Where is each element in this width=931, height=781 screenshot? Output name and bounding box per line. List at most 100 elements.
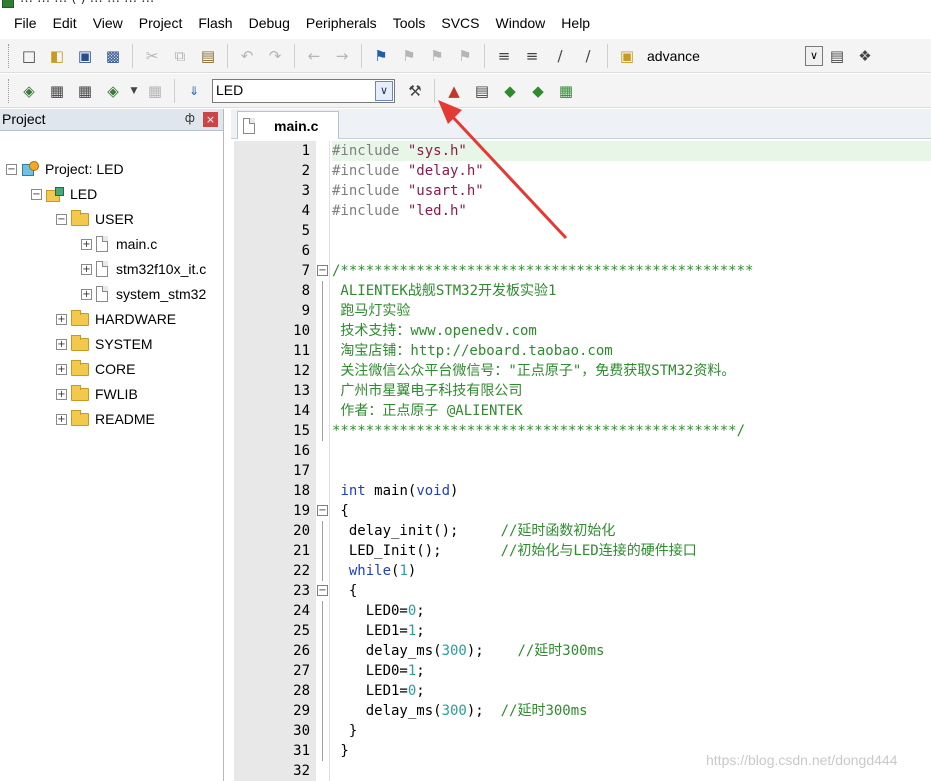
code-line[interactable]: 21 LED_Init(); //初始化与LED连接的硬件接口 xyxy=(234,541,931,561)
code-editor[interactable]: 1 #include "sys.h" 2 #include "delay.h" 3 #in… xyxy=(234,141,931,781)
code-line[interactable]: 19− { xyxy=(234,501,931,521)
redo-icon[interactable]: ↷ xyxy=(264,45,286,67)
batch-dropdown-icon[interactable]: ▼ xyxy=(130,80,138,102)
stop-build-icon[interactable]: ▦ xyxy=(144,80,166,102)
code-line[interactable]: 29 delay_ms(300); //延时300ms xyxy=(234,701,931,721)
bookmark-prev-icon[interactable]: ⚑ xyxy=(398,45,420,67)
menu-edit[interactable]: Edit xyxy=(45,10,85,36)
code-line[interactable]: 6 xyxy=(234,241,931,261)
toolbar-grip[interactable] xyxy=(8,43,11,68)
find-combo-value[interactable]: advance xyxy=(647,48,797,64)
code-line[interactable]: 28 LED1=0; xyxy=(234,681,931,701)
comment-icon[interactable]: ∕ xyxy=(549,45,571,67)
code-line[interactable]: 17 xyxy=(234,461,931,481)
fold-toggle-icon[interactable]: − xyxy=(317,585,328,596)
manage-rte-icon[interactable]: ▦ xyxy=(555,80,577,102)
expand-toggle[interactable]: + xyxy=(56,313,67,325)
file-extensions-icon[interactable]: ▲ xyxy=(443,80,465,102)
save-all-icon[interactable]: ▩ xyxy=(102,45,124,67)
tree-node-group-core[interactable]: + CORE xyxy=(56,358,135,380)
menu-svcs[interactable]: SVCS xyxy=(433,10,487,36)
unindent-icon[interactable]: ≡ xyxy=(521,45,543,67)
code-line[interactable]: 22 while(1) xyxy=(234,561,931,581)
code-line[interactable]: 7−/*************************************… xyxy=(234,261,931,281)
code-line[interactable]: 24 LED0=0; xyxy=(234,601,931,621)
code-line[interactable]: 16 xyxy=(234,441,931,461)
manage-multi-project-icon[interactable]: ▤ xyxy=(471,80,493,102)
menu-tools[interactable]: Tools xyxy=(385,10,434,36)
rebuild-icon[interactable]: ▦ xyxy=(74,80,96,102)
tree-node-group-readme[interactable]: + README xyxy=(56,408,155,430)
expand-toggle[interactable]: + xyxy=(56,388,67,400)
fold-toggle-icon[interactable]: − xyxy=(317,265,328,276)
code-line[interactable]: 18 int main(void) xyxy=(234,481,931,501)
menu-peripherals[interactable]: Peripherals xyxy=(298,10,385,36)
open-folder-icon[interactable]: ◧ xyxy=(46,45,68,67)
fold-toggle-icon[interactable]: − xyxy=(317,505,328,516)
find-in-files-icon[interactable]: ▣ xyxy=(616,45,638,67)
tree-node-group-system[interactable]: + SYSTEM xyxy=(56,333,153,355)
pin-icon[interactable]: ф xyxy=(185,111,195,125)
collapse-toggle[interactable]: − xyxy=(6,163,17,175)
paste-icon[interactable]: ▤ xyxy=(197,45,219,67)
build-icon[interactable]: ▦ xyxy=(46,80,68,102)
code-line[interactable]: 25 LED1=1; xyxy=(234,621,931,641)
collapse-toggle[interactable]: − xyxy=(31,188,42,200)
code-line[interactable]: 3 #include "usart.h" xyxy=(234,181,931,201)
menu-help[interactable]: Help xyxy=(553,10,598,36)
bookmark-next-icon[interactable]: ⚑ xyxy=(426,45,448,67)
menu-window[interactable]: Window xyxy=(488,10,554,36)
batch-build-icon[interactable]: ◈ xyxy=(102,80,124,102)
tree-node-project-root[interactable]: − Project: LED xyxy=(6,158,124,180)
back-icon[interactable]: ← xyxy=(303,45,325,67)
code-line[interactable]: 5 xyxy=(234,221,931,241)
tab-main-c[interactable]: main.c xyxy=(237,111,339,139)
select-packs-icon[interactable]: ◆ xyxy=(527,80,549,102)
menu-project[interactable]: Project xyxy=(131,10,191,36)
indent-icon[interactable]: ≡ xyxy=(493,45,515,67)
menu-view[interactable]: View xyxy=(85,10,131,36)
menu-flash[interactable]: Flash xyxy=(190,10,240,36)
expand-toggle[interactable]: + xyxy=(81,288,92,300)
menu-file[interactable]: File xyxy=(6,10,45,36)
copy-icon[interactable]: ⧉ xyxy=(169,45,191,67)
find-combo-dropdown[interactable]: ∨ xyxy=(805,45,823,66)
chevron-down-icon[interactable]: ∨ xyxy=(375,80,393,101)
expand-toggle[interactable]: + xyxy=(56,363,67,375)
code-line[interactable]: 11 淘宝店铺：http://eboard.taobao.com xyxy=(234,341,931,361)
new-file-icon[interactable]: □ xyxy=(18,45,40,67)
expand-toggle[interactable]: + xyxy=(81,238,92,250)
collapse-toggle[interactable]: − xyxy=(56,213,67,225)
code-line[interactable]: 13 广州市星翼电子科技有限公司 xyxy=(234,381,931,401)
expand-toggle[interactable]: + xyxy=(56,338,67,350)
uncomment-icon[interactable]: ∕ xyxy=(577,45,599,67)
forward-icon[interactable]: → xyxy=(331,45,353,67)
save-icon[interactable]: ▣ xyxy=(74,45,96,67)
code-line[interactable]: 30 } xyxy=(234,721,931,741)
code-line[interactable]: 10 技术支持：www.openedv.com xyxy=(234,321,931,341)
expand-toggle[interactable]: + xyxy=(56,413,67,425)
tree-node-group-user[interactable]: − USER xyxy=(56,208,134,230)
tree-node-file-main[interactable]: + main.c xyxy=(81,233,157,255)
code-line[interactable]: 2 #include "delay.h" xyxy=(234,161,931,181)
code-line[interactable]: 26 delay_ms(300); //延时300ms xyxy=(234,641,931,661)
code-line[interactable]: 12 关注微信公众平台微信号："正点原子"，免费获取STM32资料。 xyxy=(234,361,931,381)
tools-icon[interactable]: ❖ xyxy=(854,45,876,67)
menu-debug[interactable]: Debug xyxy=(241,10,298,36)
pack-installer-icon[interactable]: ◆ xyxy=(499,80,521,102)
code-line[interactable]: 14 作者：正点原子 @ALIENTEK xyxy=(234,401,931,421)
bookmark-clear-icon[interactable]: ⚑ xyxy=(454,45,476,67)
expand-toggle[interactable]: + xyxy=(81,263,92,275)
code-line[interactable]: 15 **************************************… xyxy=(234,421,931,441)
code-line[interactable]: 1 #include "sys.h" xyxy=(234,141,931,161)
toolbar-grip[interactable] xyxy=(8,78,11,103)
undo-icon[interactable]: ↶ xyxy=(236,45,258,67)
tree-node-file-it[interactable]: + stm32f10x_it.c xyxy=(81,258,206,280)
code-line[interactable]: 23− { xyxy=(234,581,931,601)
target-select[interactable]: LED ∨ xyxy=(212,78,395,103)
code-line[interactable]: 20 delay_init(); //延时函数初始化 xyxy=(234,521,931,541)
translate-icon[interactable]: ◈ xyxy=(18,80,40,102)
find-icon[interactable]: ▤ xyxy=(826,45,848,67)
code-line[interactable]: 4 #include "led.h" xyxy=(234,201,931,221)
cut-icon[interactable]: ✂ xyxy=(141,45,163,67)
